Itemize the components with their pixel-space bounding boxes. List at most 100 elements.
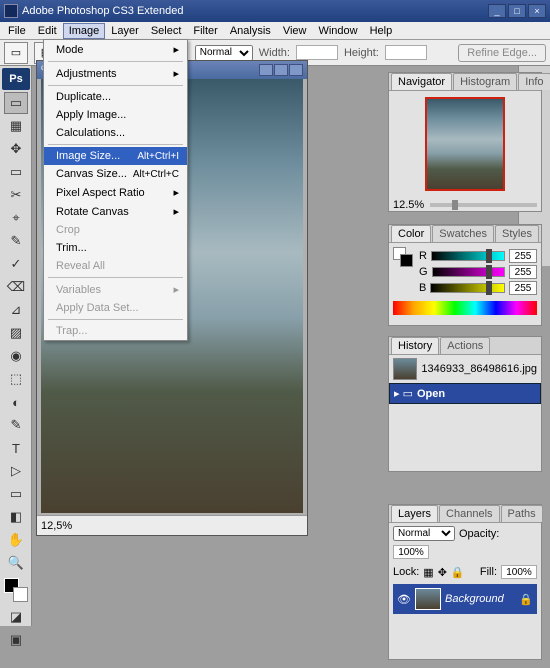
menu-image[interactable]: Image <box>63 23 106 39</box>
tool-14[interactable]: ✎ <box>4 414 28 436</box>
navigator-zoom-readout[interactable]: 12.5% <box>393 199 424 211</box>
history-snapshot[interactable]: 1346933_86498616.jpg <box>389 355 541 383</box>
tab-styles[interactable]: Styles <box>495 225 539 242</box>
tab-channels[interactable]: Channels <box>439 505 499 522</box>
menu-item-adjustments[interactable]: Adjustments▸ <box>44 64 187 83</box>
tool-18[interactable]: ◧ <box>4 506 28 528</box>
tab-actions[interactable]: Actions <box>440 337 490 354</box>
menu-select[interactable]: Select <box>145 23 188 39</box>
panel-swatches[interactable] <box>393 247 413 267</box>
close-button[interactable]: × <box>528 4 546 18</box>
visibility-icon[interactable]: 👁 <box>397 593 411 606</box>
lock-pixels-icon[interactable]: ▦ <box>423 566 433 579</box>
document-statusbar: 12,5% <box>37 515 307 535</box>
image-menu-dropdown: Mode▸ Adjustments▸ Duplicate...Apply Image… <box>43 39 188 341</box>
menu-item-trim[interactable]: Trim... <box>44 239 187 257</box>
tool-3[interactable]: ▭ <box>4 161 28 183</box>
r-slider[interactable] <box>431 251 505 261</box>
doc-maximize-button[interactable] <box>274 64 288 76</box>
menu-analysis[interactable]: Analysis <box>224 23 277 39</box>
doc-close-button[interactable] <box>289 64 303 76</box>
color-panel: Color Swatches Styles R255 G255 B255 <box>388 224 542 326</box>
color-swatches[interactable] <box>4 578 28 602</box>
tool-6[interactable]: ✎ <box>4 230 28 252</box>
layer-row-background[interactable]: 👁 Background 🔒 <box>393 584 537 614</box>
menu-window[interactable]: Window <box>312 23 363 39</box>
fill-value[interactable]: 100% <box>501 565 537 579</box>
tab-swatches[interactable]: Swatches <box>432 225 494 242</box>
tab-navigator[interactable]: Navigator <box>391 73 452 90</box>
tab-paths[interactable]: Paths <box>501 505 543 522</box>
tool-preset-button[interactable]: ▭ <box>4 42 28 64</box>
lock-all-icon[interactable]: 🔒 <box>451 566 465 579</box>
tool-5[interactable]: ⌖ <box>4 207 28 229</box>
history-step-open[interactable]: ▸ ▭ Open <box>389 383 541 404</box>
blend-mode-select[interactable]: Normal <box>393 526 455 541</box>
menu-item-canvas-size[interactable]: Canvas Size...Alt+Ctrl+C <box>44 165 187 183</box>
tool-19[interactable]: ✋ <box>4 529 28 551</box>
minimize-button[interactable]: _ <box>488 4 506 18</box>
b-slider[interactable] <box>430 283 505 293</box>
app-icon <box>4 4 18 18</box>
menu-item-rotate-canvas[interactable]: Rotate Canvas▸ <box>44 202 187 221</box>
height-label: Height: <box>344 47 379 59</box>
tool-20[interactable]: 🔍 <box>4 552 28 574</box>
tool-1[interactable]: ▦ <box>4 115 28 137</box>
refine-edge-button[interactable]: Refine Edge... <box>458 44 546 62</box>
tool-11[interactable]: ◉ <box>4 345 28 367</box>
background-swatch[interactable] <box>13 587 28 602</box>
screenmode-button[interactable]: ▣ <box>4 629 28 651</box>
menu-file[interactable]: File <box>2 23 32 39</box>
tool-12[interactable]: ⬚ <box>4 368 28 390</box>
menu-item-pixel-aspect-ratio[interactable]: Pixel Aspect Ratio▸ <box>44 183 187 202</box>
tab-histogram[interactable]: Histogram <box>453 73 517 90</box>
menu-item-image-size[interactable]: Image Size...Alt+Ctrl+I <box>44 147 187 165</box>
snapshot-name: 1346933_86498616.jpg <box>421 363 537 375</box>
navigator-zoom-slider[interactable] <box>430 203 537 207</box>
tab-color[interactable]: Color <box>391 225 431 242</box>
style-select[interactable]: Normal <box>195 45 253 61</box>
menu-item-calculations[interactable]: Calculations... <box>44 124 187 142</box>
color-ramp[interactable] <box>393 301 537 315</box>
g-slider[interactable] <box>432 267 505 277</box>
maximize-button[interactable]: □ <box>508 4 526 18</box>
tab-info[interactable]: Info <box>518 73 550 90</box>
menu-item-trap: Trap... <box>44 322 187 340</box>
menu-separator <box>48 277 183 278</box>
tool-7[interactable]: ✓ <box>4 253 28 275</box>
menu-item-duplicate[interactable]: Duplicate... <box>44 88 187 106</box>
tool-4[interactable]: ✂ <box>4 184 28 206</box>
tool-17[interactable]: ▭ <box>4 483 28 505</box>
width-input[interactable] <box>296 45 338 60</box>
menu-edit[interactable]: Edit <box>32 23 63 39</box>
opacity-value[interactable]: 100% <box>393 545 429 559</box>
quickmask-button[interactable]: ◪ <box>4 606 28 628</box>
menu-item-apply-image[interactable]: Apply Image... <box>44 106 187 124</box>
tool-10[interactable]: ▨ <box>4 322 28 344</box>
menu-layer[interactable]: Layer <box>105 23 145 39</box>
zoom-readout[interactable]: 12,5% <box>41 520 72 532</box>
doc-minimize-button[interactable] <box>259 64 273 76</box>
menu-item-mode[interactable]: Mode▸ <box>44 40 187 59</box>
g-value[interactable]: 255 <box>509 265 537 279</box>
tool-16[interactable]: ▷ <box>4 460 28 482</box>
height-input[interactable] <box>385 45 427 60</box>
width-label: Width: <box>259 47 290 59</box>
tool-8[interactable]: ⌫ <box>4 276 28 298</box>
tool-2[interactable]: ✥ <box>4 138 28 160</box>
layer-name[interactable]: Background <box>445 593 504 605</box>
tool-9[interactable]: ⊿ <box>4 299 28 321</box>
tab-history[interactable]: History <box>391 337 439 354</box>
lock-position-icon[interactable]: ✥ <box>438 566 447 579</box>
tool-13[interactable]: ◐ <box>4 391 28 413</box>
navigator-thumbnail[interactable] <box>425 97 505 191</box>
menu-view[interactable]: View <box>277 23 313 39</box>
b-value[interactable]: 255 <box>509 281 537 295</box>
r-value[interactable]: 255 <box>509 249 537 263</box>
menu-filter[interactable]: Filter <box>187 23 223 39</box>
menu-help[interactable]: Help <box>364 23 399 39</box>
menu-item-crop: Crop <box>44 221 187 239</box>
tab-layers[interactable]: Layers <box>391 505 438 522</box>
tool-0[interactable]: ▭ <box>4 92 28 114</box>
tool-15[interactable]: T <box>4 437 28 459</box>
